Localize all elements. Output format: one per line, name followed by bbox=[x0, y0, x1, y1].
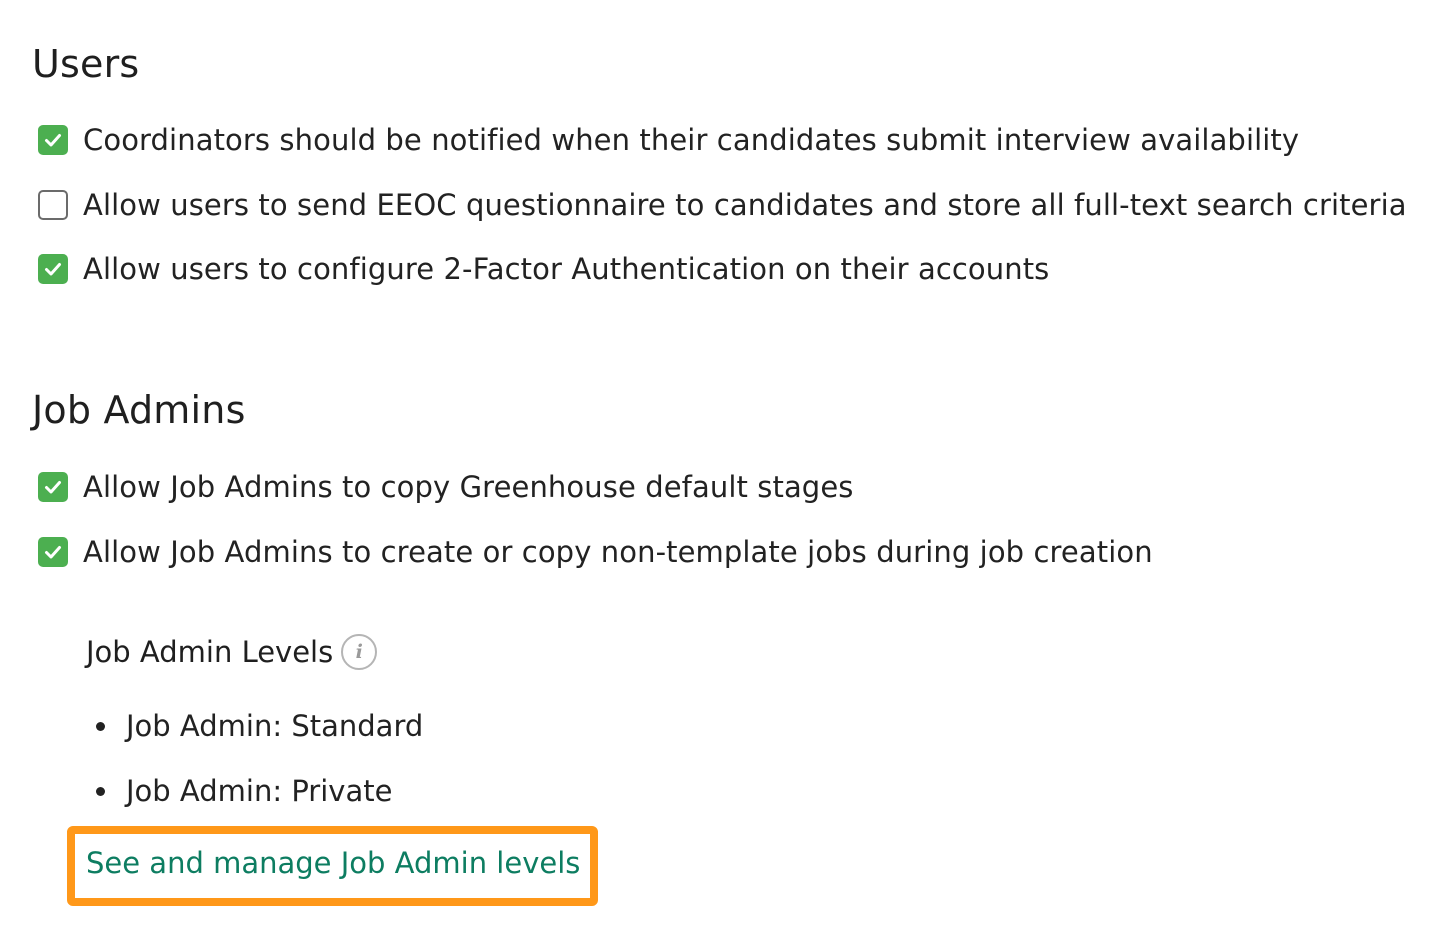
eeoc-questionnaire-option[interactable]: Allow users to send EEOC questionnaire t… bbox=[38, 185, 1407, 225]
copy-default-stages-label: Allow Job Admins to copy Greenhouse defa… bbox=[83, 470, 854, 504]
level-standard-text: Job Admin: Standard bbox=[126, 709, 424, 743]
notify-coordinators-label: Coordinators should be notified when the… bbox=[83, 123, 1300, 157]
list-item: Job Admin: Standard bbox=[96, 704, 423, 748]
bullet-icon bbox=[96, 721, 105, 731]
info-icon[interactable]: i bbox=[341, 634, 378, 670]
two-factor-auth-checkbox[interactable] bbox=[38, 254, 68, 284]
level-private-text: Job Admin: Private bbox=[126, 774, 393, 808]
checkmark-icon bbox=[45, 481, 61, 494]
two-factor-auth-label: Allow users to configure 2-Factor Authen… bbox=[83, 252, 1050, 286]
bullet-icon bbox=[96, 786, 105, 796]
checkmark-icon bbox=[45, 263, 61, 276]
eeoc-questionnaire-checkbox[interactable] bbox=[38, 190, 68, 220]
two-factor-auth-option[interactable]: Allow users to configure 2-Factor Authen… bbox=[38, 249, 1049, 289]
non-template-jobs-option[interactable]: Allow Job Admins to create or copy non-t… bbox=[38, 532, 1153, 572]
job-admin-levels-list: Job Admin: Standard Job Admin: Private bbox=[96, 704, 423, 834]
job-admin-levels-title: Job Admin Levels bbox=[86, 635, 334, 669]
list-item: Job Admin: Private bbox=[96, 769, 423, 813]
copy-default-stages-checkbox[interactable] bbox=[38, 472, 68, 502]
checkmark-icon bbox=[45, 134, 61, 147]
eeoc-questionnaire-label: Allow users to send EEOC questionnaire t… bbox=[83, 188, 1407, 222]
job-admins-section-title: Job Admins bbox=[32, 388, 246, 432]
checkmark-icon bbox=[45, 546, 61, 559]
non-template-jobs-label: Allow Job Admins to create or copy non-t… bbox=[83, 535, 1153, 569]
users-section-title: Users bbox=[32, 42, 140, 86]
copy-default-stages-option[interactable]: Allow Job Admins to copy Greenhouse defa… bbox=[38, 467, 853, 507]
job-admin-levels-heading: Job Admin Levels i bbox=[86, 630, 378, 674]
manage-job-admin-levels-link[interactable]: See and manage Job Admin levels bbox=[86, 846, 580, 880]
notify-coordinators-checkbox[interactable] bbox=[38, 125, 68, 155]
non-template-jobs-checkbox[interactable] bbox=[38, 537, 68, 567]
notify-coordinators-option[interactable]: Coordinators should be notified when the… bbox=[38, 120, 1299, 160]
